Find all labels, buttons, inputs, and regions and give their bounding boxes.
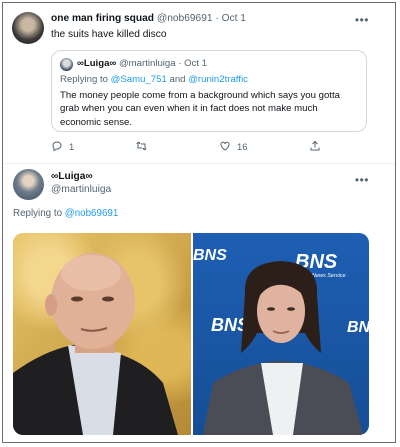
quote-replying-to: Replying to @Samu_751 and @runin2traffic	[60, 74, 248, 85]
quote-avatar	[60, 58, 73, 71]
quote-author-name: ∞Luiga∞	[77, 58, 117, 69]
retweet-button[interactable]	[135, 140, 154, 152]
share-button[interactable]	[309, 140, 327, 152]
author-handle[interactable]: @martinluiga	[51, 184, 111, 195]
divider	[3, 163, 395, 164]
quote-date: Oct 1	[184, 58, 208, 69]
photo-right-illustration	[203, 261, 363, 435]
share-icon	[310, 140, 320, 151]
retweet-icon	[136, 141, 147, 151]
avatar[interactable]	[13, 169, 44, 200]
replying-prefix: Replying to	[13, 208, 63, 219]
separator: ·	[178, 58, 182, 69]
tweet-actions: 1 16	[51, 140, 321, 154]
tweet-header: one man firing squad @nob69691 · Oct 1	[51, 13, 246, 24]
screenshot-frame: one man firing squad @nob69691 · Oct 1 •…	[2, 2, 396, 443]
replying-to: Replying to @nob69691	[13, 208, 118, 219]
reply-mention[interactable]: @runin2traffic	[188, 74, 248, 85]
more-horizontal-icon[interactable]: •••	[355, 173, 369, 187]
reply-mention[interactable]: @nob69691	[65, 208, 119, 219]
media-grid: BNS BNS BNS BNS Baltic News Service	[13, 233, 369, 435]
reply-icon	[52, 141, 62, 152]
quote-author-handle: @martinluiga	[118, 58, 176, 69]
tweet-date[interactable]: Oct 1	[222, 13, 246, 24]
replying-prefix: Replying to	[60, 74, 108, 85]
tweet-text: the suits have killed disco	[51, 29, 167, 40]
like-button[interactable]: 16	[219, 140, 247, 152]
quote-text: The money people come from a background …	[60, 90, 340, 128]
author-name[interactable]: one man firing squad	[51, 13, 154, 24]
reply-count: 1	[69, 140, 75, 152]
reply-button[interactable]: 1	[51, 140, 74, 152]
more-horizontal-icon[interactable]: •••	[355, 13, 369, 27]
author-handle[interactable]: @nob69691	[157, 13, 213, 24]
photo-left[interactable]	[13, 233, 191, 435]
reply-mention[interactable]: @Samu_751	[111, 74, 167, 85]
like-count: 16	[237, 140, 248, 152]
photo-left-illustration	[13, 253, 178, 435]
separator: ·	[215, 13, 219, 24]
heart-icon	[220, 141, 230, 151]
photo-right[interactable]: BNS BNS BNS BNS Baltic News Service	[193, 233, 369, 435]
author-name[interactable]: ∞Luiga∞	[51, 171, 93, 182]
avatar[interactable]	[12, 12, 44, 44]
quote-header: ∞Luiga∞ @martinluiga · Oct 1	[77, 58, 207, 69]
quote-tweet[interactable]: ∞Luiga∞ @martinluiga · Oct 1 Replying to…	[51, 50, 367, 132]
reply-and: and	[169, 74, 186, 85]
